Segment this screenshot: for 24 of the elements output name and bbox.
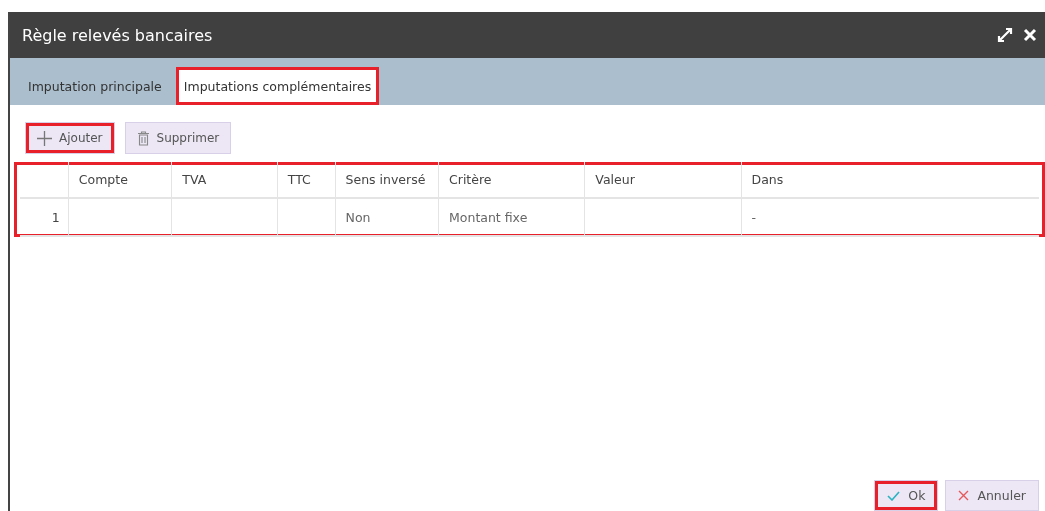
- row-number: 1: [50, 208, 61, 227]
- window-title: Règle relevés bancaires: [22, 25, 213, 45]
- trash-icon: [136, 130, 150, 146]
- table-cell: -: [740, 199, 1039, 235]
- tab[interactable]: Imputation principale: [20, 67, 170, 105]
- column-header[interactable]: Sens inversé: [334, 162, 439, 197]
- ok-button[interactable]: Ok: [874, 480, 939, 511]
- cancel-button[interactable]: Annuler: [945, 480, 1039, 511]
- column-header[interactable]: TTC: [276, 162, 335, 197]
- table-cell: Montant fixe: [438, 199, 585, 235]
- column-header[interactable]: Critère: [438, 162, 585, 197]
- expand-icon[interactable]: [997, 27, 1013, 43]
- plus-icon: [37, 130, 52, 146]
- delete-button[interactable]: Supprimer: [124, 122, 232, 154]
- add-button[interactable]: Ajouter: [25, 122, 115, 154]
- tab[interactable]: Imputations complémentaires: [175, 67, 380, 105]
- column-header[interactable]: Compte: [67, 162, 172, 197]
- table-cell: Non: [334, 199, 439, 235]
- column-header[interactable]: Valeur: [584, 162, 741, 197]
- close-icon[interactable]: [1023, 28, 1037, 42]
- check-icon: [887, 490, 901, 501]
- close-icon: [958, 490, 970, 501]
- column-header[interactable]: Dans: [740, 162, 1039, 197]
- column-header[interactable]: TVA: [171, 162, 277, 197]
